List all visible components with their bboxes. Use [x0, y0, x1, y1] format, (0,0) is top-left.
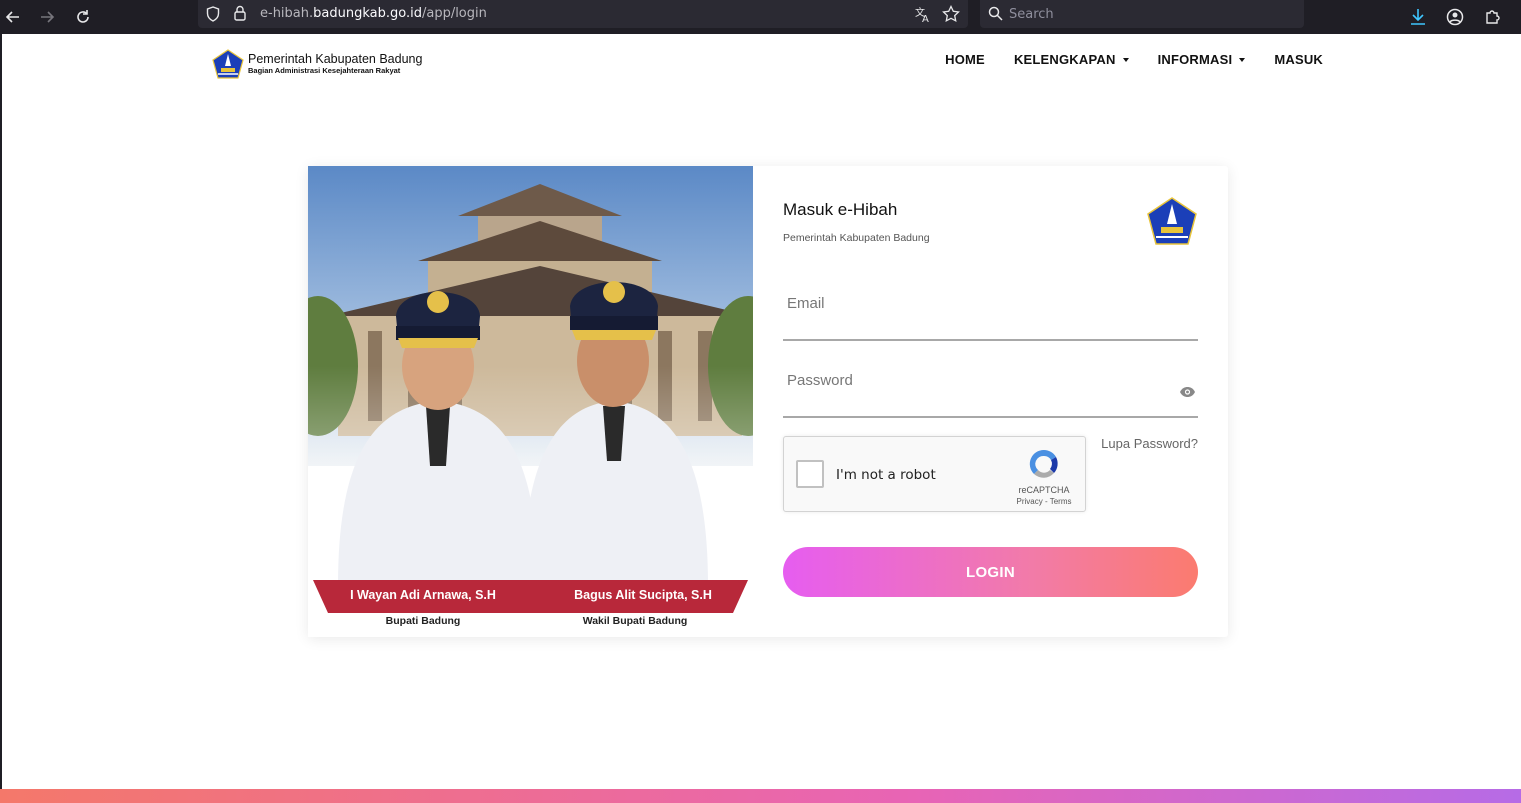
reload-button[interactable] [70, 4, 96, 30]
official-1-role: Bupati Badung [385, 615, 461, 627]
brand-subtitle: Bagian Administrasi Kesejahteraan Rakyat [248, 66, 401, 75]
lock-icon [234, 5, 246, 21]
arrow-right-icon [41, 11, 55, 23]
search-icon [988, 6, 1003, 21]
form-subtitle: Pemerintah Kabupaten Badung [783, 232, 930, 244]
back-button[interactable] [0, 4, 26, 30]
recaptcha-logo-icon [1029, 449, 1058, 478]
login-card: I Wayan Adi Arnawa, S.H Bagus Alit Sucip… [308, 166, 1228, 637]
recaptcha-checkbox[interactable] [796, 460, 824, 488]
account-button[interactable] [1442, 4, 1468, 30]
menu-masuk[interactable]: MASUK [1274, 52, 1323, 67]
translate-icon: 文A [915, 6, 929, 23]
officials-illustration [308, 166, 753, 637]
shield-icon [206, 6, 220, 22]
forgot-password-link[interactable]: Lupa Password? [1101, 436, 1198, 451]
address-bar[interactable]: e-hibah.badungkab.go.id/app/login 文A [198, 0, 968, 28]
site-brand[interactable]: Pemerintah Kabupaten Badung Bagian Admin… [212, 49, 422, 79]
official-2-name: Bagus Alit Sucipta, S.H [574, 588, 712, 602]
footer-strip [0, 789, 1521, 803]
recaptcha-widget: I'm not a robot reCAPTCHA Privacy - Term… [783, 436, 1086, 512]
recaptcha-terms-link[interactable]: Privacy - Terms [1004, 497, 1084, 506]
browser-toolbar: e-hibah.badungkab.go.id/app/login 文A Sea… [0, 0, 1521, 34]
eye-icon[interactable] [1179, 386, 1196, 398]
form-title: Masuk e-Hibah [783, 200, 898, 219]
download-icon [1411, 9, 1425, 25]
email-field-wrapper [783, 286, 1198, 341]
recaptcha-label: I'm not a robot [836, 467, 936, 483]
arrow-left-icon [5, 11, 19, 23]
reload-icon [77, 10, 89, 23]
downloads-button[interactable] [1405, 4, 1431, 30]
brand-title: Pemerintah Kabupaten Badung [248, 52, 423, 66]
menu-informasi[interactable]: INFORMASI [1158, 52, 1246, 67]
badung-emblem-icon [212, 49, 244, 79]
menu-kelengkapan[interactable]: KELENGKAPAN [1014, 52, 1129, 67]
search-box[interactable]: Search [980, 0, 1304, 28]
email-input[interactable] [783, 292, 1198, 314]
official-2-role: Wakil Bupati Badung [582, 615, 688, 627]
puzzle-icon [1486, 10, 1500, 24]
main-menu: HOME KELENGKAPAN INFORMASI MASUK [916, 52, 1323, 67]
menu-home[interactable]: HOME [945, 52, 985, 67]
officials-photo: I Wayan Adi Arnawa, S.H Bagus Alit Sucip… [308, 166, 753, 637]
star-icon [942, 5, 960, 23]
login-form: Masuk e-Hibah Pemerintah Kabupaten Badun… [753, 166, 1228, 637]
svg-text:A: A [922, 14, 929, 23]
official-1-name: I Wayan Adi Arnawa, S.H [350, 588, 496, 602]
extensions-button[interactable] [1479, 4, 1505, 30]
search-placeholder: Search [1009, 7, 1054, 22]
forward-button[interactable] [34, 4, 60, 30]
password-field-wrapper [783, 362, 1198, 418]
caret-down-icon [1239, 57, 1246, 62]
url-text: e-hibah.badungkab.go.id/app/login [260, 6, 487, 21]
account-icon [1446, 8, 1464, 26]
password-input[interactable] [783, 369, 1198, 391]
badung-emblem-icon [1147, 197, 1197, 245]
login-button[interactable]: LOGIN [783, 547, 1198, 597]
recaptcha-brand: reCAPTCHA [1018, 485, 1070, 495]
caret-down-icon [1122, 57, 1129, 62]
window-edge [0, 34, 2, 803]
